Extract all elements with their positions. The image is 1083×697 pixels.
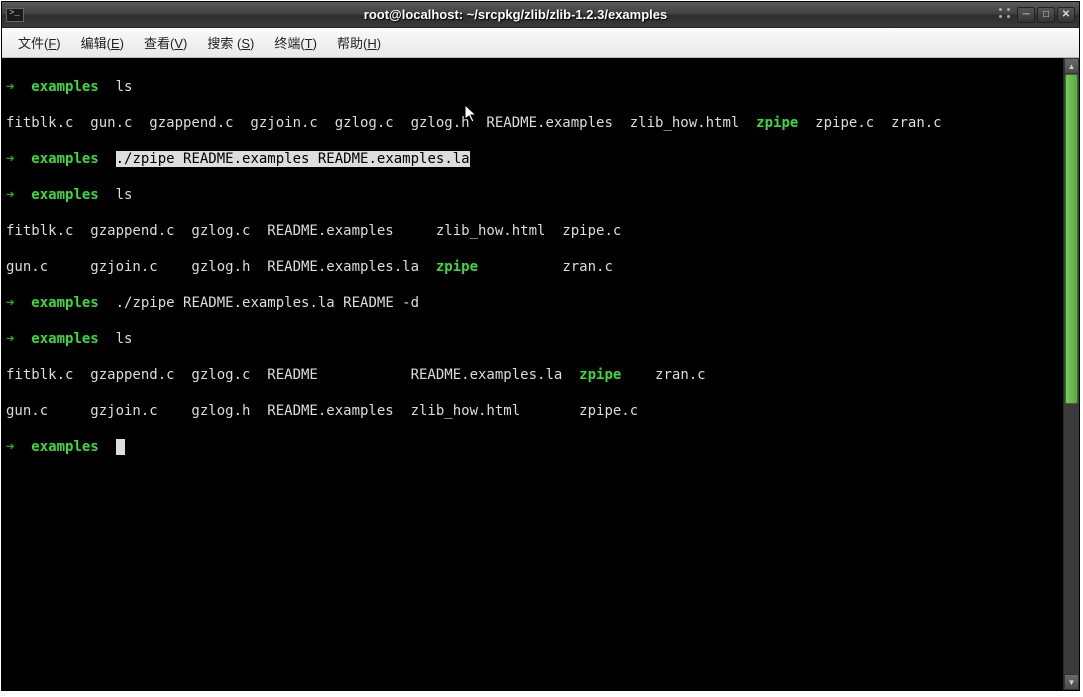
close-button[interactable]: ✕ [1057, 7, 1075, 23]
window-controls: ─ □ ✕ [1017, 7, 1075, 23]
scroll-track[interactable] [1064, 74, 1079, 674]
prompt-arrow-icon: ➜ [6, 151, 14, 167]
menu-edit[interactable]: 编辑(E) [73, 29, 132, 56]
prompt-dir: examples [31, 187, 98, 203]
prompt-dir: examples [31, 79, 98, 95]
prompt-arrow-icon: ➜ [6, 331, 14, 347]
menu-file[interactable]: 文件(F) [10, 29, 69, 56]
command-text: ls [116, 79, 133, 95]
menubar: 文件(F) 编辑(E) 查看(V) 搜索 (S) 终端(T) 帮助(H) [2, 28, 1079, 58]
executable-file: zpipe [756, 115, 798, 131]
terminal-app-icon [6, 8, 24, 22]
prompt-arrow-icon: ➜ [6, 187, 14, 203]
selected-text: ./zpipe README.examples README.examples.… [116, 151, 470, 167]
ls-output-row: gun.c gzjoin.c gzlog.h README.examples.l… [6, 258, 1059, 276]
titlebar[interactable]: root@localhost: ~/srcpkg/zlib/zlib-1.2.3… [2, 2, 1079, 28]
minimize-button[interactable]: ─ [1017, 7, 1035, 23]
menu-terminal[interactable]: 终端(T) [266, 29, 325, 56]
content-area: ➜ examples ls fitblk.c gun.c gzappend.c … [2, 58, 1079, 690]
ls-output-row: fitblk.c gzappend.c gzlog.c README READM… [6, 366, 1059, 384]
menu-help[interactable]: 帮助(H) [329, 29, 389, 56]
maximize-button[interactable]: □ [1037, 7, 1055, 23]
terminal-window: root@localhost: ~/srcpkg/zlib/zlib-1.2.3… [1, 1, 1080, 691]
menu-search[interactable]: 搜索 (S) [199, 29, 262, 56]
prompt-dir: examples [31, 151, 98, 167]
command-text: ./zpipe README.examples.la README -d [116, 295, 419, 311]
prompt-arrow-icon: ➜ [6, 439, 14, 455]
scroll-down-button[interactable]: ▼ [1064, 674, 1079, 690]
prompt-arrow-icon: ➜ [6, 79, 14, 95]
ls-output-row: fitblk.c gun.c gzappend.c gzjoin.c gzlog… [6, 114, 1059, 132]
menu-view[interactable]: 查看(V) [136, 29, 195, 56]
executable-file: zpipe [579, 367, 621, 383]
executable-file: zpipe [436, 259, 478, 275]
window-title: root@localhost: ~/srcpkg/zlib/zlib-1.2.3… [32, 7, 999, 22]
scroll-up-button[interactable]: ▲ [1064, 58, 1079, 74]
command-text: ls [116, 187, 133, 203]
ls-output-row: fitblk.c gzappend.c gzlog.c README.examp… [6, 222, 1059, 240]
command-text: ls [116, 331, 133, 347]
prompt-dir: examples [31, 295, 98, 311]
scroll-thumb[interactable] [1065, 74, 1078, 404]
prompt-dir: examples [31, 331, 98, 347]
ls-output-row: gun.c gzjoin.c gzlog.h README.examples z… [6, 402, 1059, 420]
prompt-dir: examples [31, 439, 98, 455]
prompt-arrow-icon: ➜ [6, 295, 14, 311]
terminal-cursor [116, 439, 125, 455]
terminal-output[interactable]: ➜ examples ls fitblk.c gun.c gzappend.c … [2, 58, 1063, 690]
vertical-scrollbar[interactable]: ▲ ▼ [1063, 58, 1079, 690]
window-menu-icon[interactable] [999, 8, 1013, 22]
